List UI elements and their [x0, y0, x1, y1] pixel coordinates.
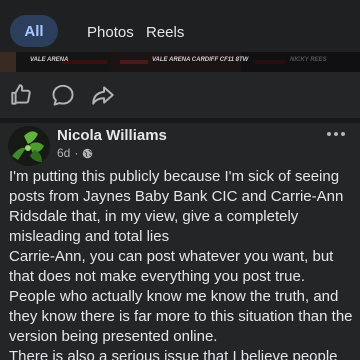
banner-text-right: NICKY REES — [290, 57, 327, 63]
post-time[interactable]: 6d — [57, 146, 70, 160]
tab-photos[interactable]: Photos — [87, 24, 134, 41]
meta-separator: · — [74, 146, 79, 160]
post-header: Nicola Williams 6d · — [0, 123, 360, 167]
post-text: I'm putting this publicly because I'm si… — [9, 167, 357, 360]
post-paragraph: I'm putting this publicly because I'm si… — [9, 168, 344, 245]
tab-all[interactable]: All — [10, 15, 58, 47]
share-icon[interactable] — [90, 82, 116, 108]
more-dot — [327, 132, 331, 136]
more-dot — [341, 132, 345, 136]
banner-text-left: VALE ARENA — [30, 57, 69, 63]
post-paragraph: Carrie-Ann, you can post whatever you wa… — [9, 248, 334, 285]
like-icon[interactable] — [8, 82, 34, 108]
more-options-icon[interactable] — [327, 129, 351, 139]
filter-tabs: All Photos Reels — [0, 0, 360, 60]
previous-post-image[interactable]: VALE ARENA VALE ARENA CARDIFF CF11 8TW N… — [0, 52, 360, 72]
post-author[interactable]: Nicola Williams — [57, 127, 167, 144]
globe-icon — [83, 148, 93, 158]
banner-segment — [0, 52, 16, 72]
post-paragraph: People who actually know me know the tru… — [9, 288, 353, 345]
banner-stripe — [62, 60, 107, 64]
post-actions — [0, 72, 360, 120]
banner-stripe — [120, 60, 148, 64]
comment-icon[interactable] — [50, 82, 76, 108]
post-paragraph: There is also a serious issue that I bel… — [9, 348, 338, 360]
post-meta: 6d · — [57, 146, 93, 160]
banner-text-middle: VALE ARENA CARDIFF CF11 8TW — [152, 57, 249, 63]
more-dot — [334, 132, 338, 136]
tab-reels[interactable]: Reels — [146, 24, 184, 41]
banner-stripe — [255, 60, 285, 64]
avatar[interactable] — [8, 126, 50, 166]
